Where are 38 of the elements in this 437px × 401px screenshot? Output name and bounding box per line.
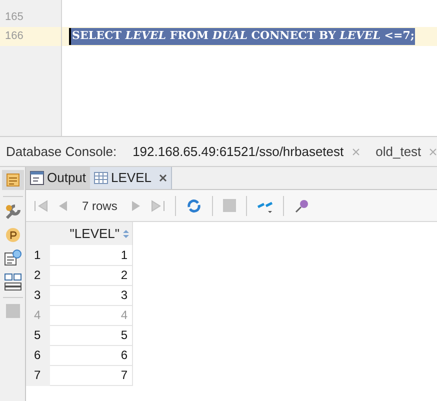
- line-number: 165: [4, 10, 24, 26]
- pin-icon[interactable]: [294, 198, 310, 214]
- table-cell: 5: [50, 325, 132, 345]
- table-cell: 7: [50, 365, 132, 385]
- console-tab[interactable]: old_test: [376, 142, 437, 162]
- table-cell: 3: [50, 285, 132, 305]
- row-number: 1: [26, 245, 50, 265]
- table-cell: 2: [50, 265, 132, 285]
- document-clock-icon[interactable]: [4, 249, 22, 267]
- row-count: 7 rows: [81, 198, 118, 214]
- line-number: 166: [0, 27, 61, 46]
- next-icon[interactable]: [131, 200, 142, 212]
- row-number: 7: [26, 365, 50, 385]
- layout-icon[interactable]: [4, 273, 22, 291]
- table-icon: [94, 171, 108, 185]
- console-label: Database Console:: [6, 142, 117, 161]
- wrench-icon[interactable]: [4, 203, 22, 221]
- sort-icon[interactable]: [122, 230, 128, 238]
- last-page-icon[interactable]: [151, 200, 166, 212]
- first-page-icon[interactable]: [34, 200, 48, 212]
- result-tab[interactable]: Output: [26, 167, 90, 189]
- p-badge-icon[interactable]: [4, 227, 20, 243]
- previous-icon[interactable]: [58, 200, 68, 212]
- console-icon[interactable]: [2, 170, 24, 190]
- row-number: 3: [26, 285, 50, 305]
- refresh-icon[interactable]: [186, 198, 202, 214]
- row-number: 6: [26, 345, 50, 365]
- column-header[interactable]: "LEVEL": [50, 222, 132, 245]
- row-number: 4: [26, 305, 50, 325]
- table-cell: 6: [50, 345, 132, 365]
- row-number: 5: [26, 325, 50, 345]
- row-number: 2: [26, 265, 50, 285]
- close-icon[interactable]: [158, 174, 167, 182]
- output-icon: [30, 171, 44, 185]
- table-cell: 4: [50, 305, 132, 325]
- console-tab[interactable]: 192.168.65.49:61521/sso/hrbasetest: [132, 142, 360, 162]
- table-cell: 1: [50, 245, 132, 265]
- result-tab[interactable]: LEVEL: [90, 167, 172, 189]
